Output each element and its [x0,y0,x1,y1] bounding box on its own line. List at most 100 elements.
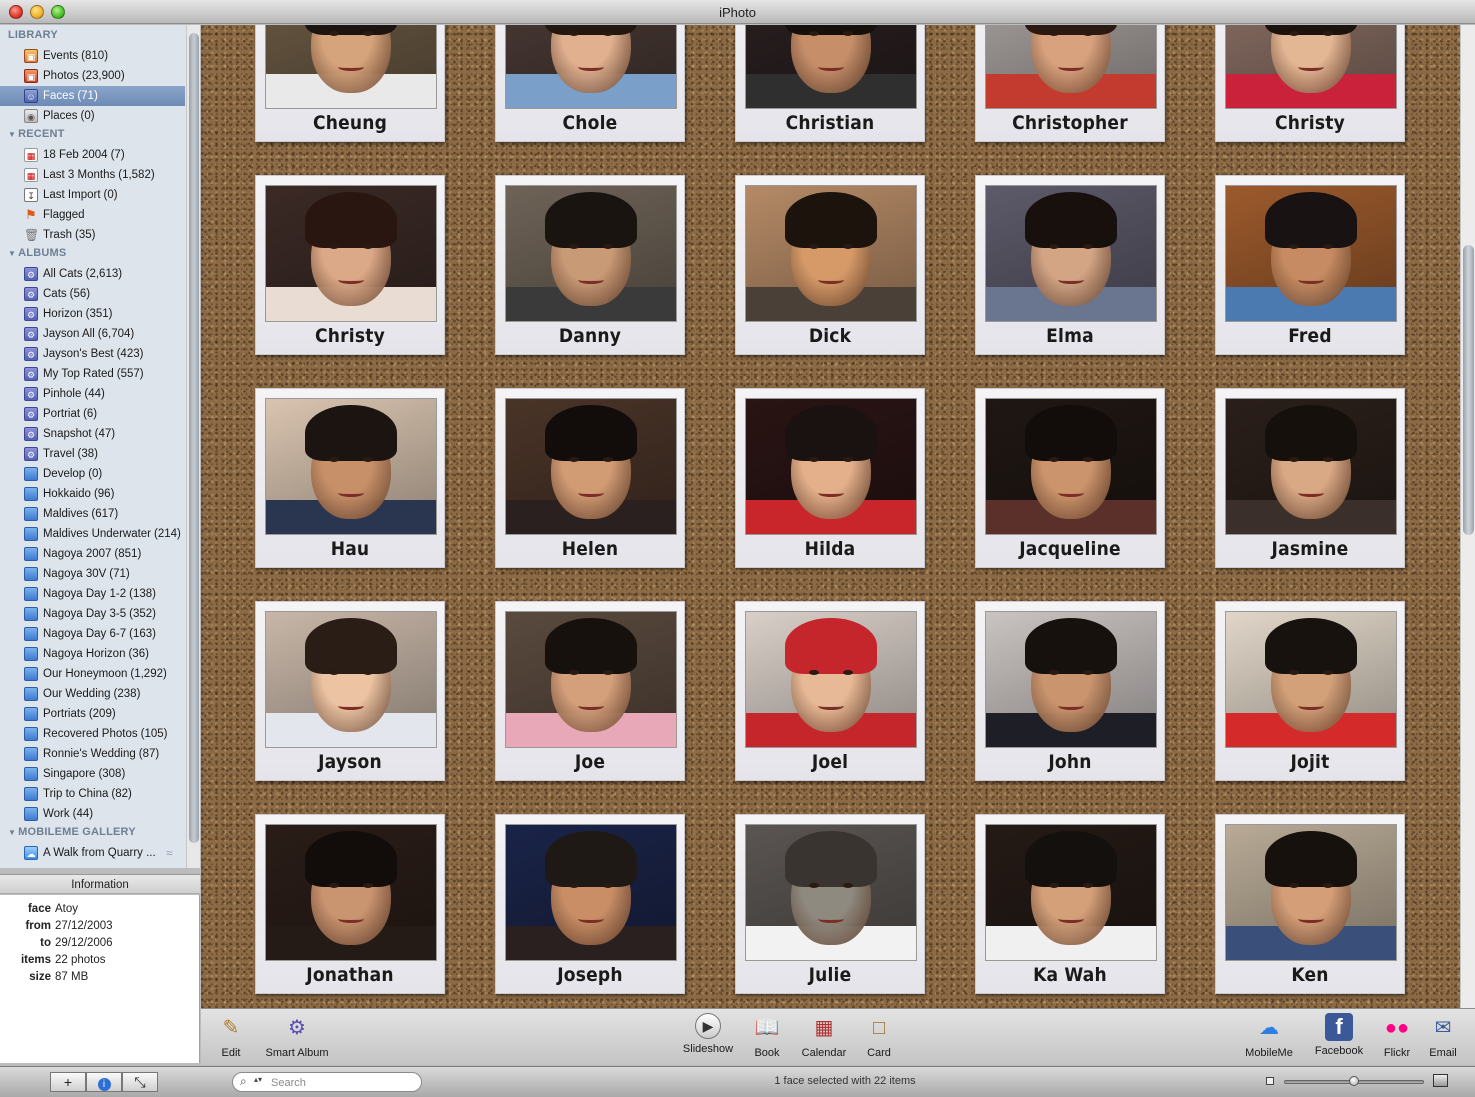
disclosure-triangle-icon[interactable]: ▼ [8,249,16,258]
face-name-label[interactable]: Christy [256,322,444,350]
face-name-label[interactable]: Julie [736,961,924,989]
sidebar-item-recovered-photos[interactable]: Recovered Photos (105) [0,724,185,744]
face-photo[interactable] [985,824,1157,961]
face-name-label[interactable]: Ka Wah [976,961,1164,989]
corkboard-scrollbar[interactable] [1460,25,1475,1008]
face-card[interactable]: Jonathan [255,814,445,994]
face-card[interactable]: Danny [495,175,685,355]
face-card[interactable]: Joel [735,601,925,781]
face-name-label[interactable]: Joel [736,748,924,776]
face-name-label[interactable]: Jonathan [256,961,444,989]
sidebar-item-pinhole[interactable]: ⚙ Pinhole (44) [0,384,185,404]
toolbar-smart-album-button[interactable]: ⚙ Smart Album [252,1013,342,1063]
face-name-label[interactable]: Christy [1216,109,1404,137]
face-photo[interactable] [985,25,1157,109]
toolbar-card-button[interactable]: □ Card [834,1013,924,1063]
face-name-label[interactable]: Danny [496,322,684,350]
face-card[interactable]: Ka Wah [975,814,1165,994]
face-name-label[interactable]: Cheung [256,109,444,137]
search-options-icon[interactable]: ▴▾ [254,1075,262,1084]
sidebar-item-develop[interactable]: Develop (0) [0,464,185,484]
face-photo[interactable] [985,185,1157,322]
face-photo[interactable] [745,824,917,961]
sidebar-item-travel[interactable]: ⚙ Travel (38) [0,444,185,464]
face-name-label[interactable]: Joe [496,748,684,776]
face-photo[interactable] [265,25,437,109]
face-name-label[interactable]: Dick [736,322,924,350]
face-card[interactable]: Jayson [255,601,445,781]
face-name-label[interactable]: Helen [496,535,684,563]
sidebar-item-our-wedding[interactable]: Our Wedding (238) [0,684,185,704]
face-photo[interactable] [1225,185,1397,322]
information-header[interactable]: Information [0,874,200,894]
sidebar-item-nagoya-2007[interactable]: Nagoya 2007 (851) [0,544,185,564]
face-photo[interactable] [505,25,677,109]
sidebar-item-jayson-all[interactable]: ⚙ Jayson All (6,704) [0,324,185,344]
sidebar-item-trip-to-china[interactable]: Trip to China (82) [0,784,185,804]
sidebar-item-nagoya-day-6-7[interactable]: Nagoya Day 6-7 (163) [0,624,185,644]
sidebar-item-events[interactable]: ▣ Events (810) [0,46,185,66]
face-photo[interactable] [985,611,1157,748]
face-card[interactable]: Hilda [735,388,925,568]
face-photo[interactable] [265,611,437,748]
sidebar-item-18-feb-2004[interactable]: ▦ 18 Feb 2004 (7) [0,145,185,165]
sidebar-item-our-honeymoon[interactable]: Our Honeymoon (1,292) [0,664,185,684]
sidebar-item-trash[interactable]: 🗑 Trash (35) [0,225,185,245]
face-photo[interactable] [745,611,917,748]
disclosure-triangle-icon[interactable]: ▼ [8,130,16,139]
face-card[interactable]: John [975,601,1165,781]
face-name-label[interactable]: Elma [976,322,1164,350]
section-header-recent[interactable]: ▼ RECENT [8,128,65,140]
face-name-label[interactable]: Jojit [1216,748,1404,776]
sidebar-item-snapshot[interactable]: ⚙ Snapshot (47) [0,424,185,444]
sidebar-item-portriat[interactable]: ⚙ Portriat (6) [0,404,185,424]
face-photo[interactable] [745,185,917,322]
face-photo[interactable] [505,611,677,748]
info-button[interactable]: i [86,1072,122,1092]
face-card[interactable]: Joe [495,601,685,781]
face-photo[interactable] [745,25,917,109]
sidebar-item-hokkaido[interactable]: Hokkaido (96) [0,484,185,504]
sidebar-item-maldives-underwater[interactable]: Maldives Underwater (214) [0,524,185,544]
sidebar-scroll-thumb[interactable] [189,33,199,843]
small-thumbnail-icon[interactable] [1266,1077,1274,1085]
large-thumbnail-icon[interactable] [1433,1074,1448,1087]
face-card[interactable]: Christian [735,25,925,142]
face-card[interactable]: Dick [735,175,925,355]
sidebar-item-horizon[interactable]: ⚙ Horizon (351) [0,304,185,324]
title-bar[interactable]: iPhoto [0,0,1475,24]
face-card[interactable]: Jojit [1215,601,1405,781]
toolbar-email-button[interactable]: ✉ Email [1398,1013,1475,1063]
face-card[interactable]: Jasmine [1215,388,1405,568]
face-photo[interactable] [265,824,437,961]
sidebar-item-ronnie-s-wedding[interactable]: Ronnie's Wedding (87) [0,744,185,764]
face-name-label[interactable]: Hilda [736,535,924,563]
face-photo[interactable] [1225,398,1397,535]
sidebar-item-places[interactable]: ◉ Places (0) [0,106,185,126]
face-card[interactable]: Ken [1215,814,1405,994]
face-card[interactable]: Christy [255,175,445,355]
sidebar-item-a-walk-from-quarry[interactable]: ☁ A Walk from Quarry ... ≈ [0,843,185,863]
face-photo[interactable] [985,398,1157,535]
source-list[interactable]: LIBRARY ▣ Events (810) ▣ Photos (23,900) ☺ Faces… [0,25,200,868]
sidebar-item-singapore[interactable]: Singapore (308) [0,764,185,784]
face-card[interactable]: Cheung [255,25,445,142]
face-card[interactable]: Christopher [975,25,1165,142]
sidebar-item-portriats[interactable]: Portriats (209) [0,704,185,724]
sidebar-item-all-cats[interactable]: ⚙ All Cats (2,613) [0,264,185,284]
zoom-slider-knob[interactable] [1349,1076,1359,1086]
face-photo[interactable] [265,185,437,322]
sidebar-item-last-3-months[interactable]: ▦ Last 3 Months (1,582) [0,165,185,185]
face-name-label[interactable]: Jasmine [1216,535,1404,563]
face-photo[interactable] [745,398,917,535]
face-name-label[interactable]: Chole [496,109,684,137]
face-card[interactable]: Fred [1215,175,1405,355]
sidebar-item-cats[interactable]: ⚙ Cats (56) [0,284,185,304]
face-name-label[interactable]: Jayson [256,748,444,776]
add-button[interactable]: + [50,1072,86,1092]
faces-corkboard[interactable]: Cheung Chole Christian Christopher Christy Ch… [201,25,1460,1008]
face-card[interactable]: Jacqueline [975,388,1165,568]
sidebar-item-faces[interactable]: ☺ Faces (71) [0,86,185,106]
sidebar-item-nagoya-day-1-2[interactable]: Nagoya Day 1-2 (138) [0,584,185,604]
face-name-label[interactable]: John [976,748,1164,776]
